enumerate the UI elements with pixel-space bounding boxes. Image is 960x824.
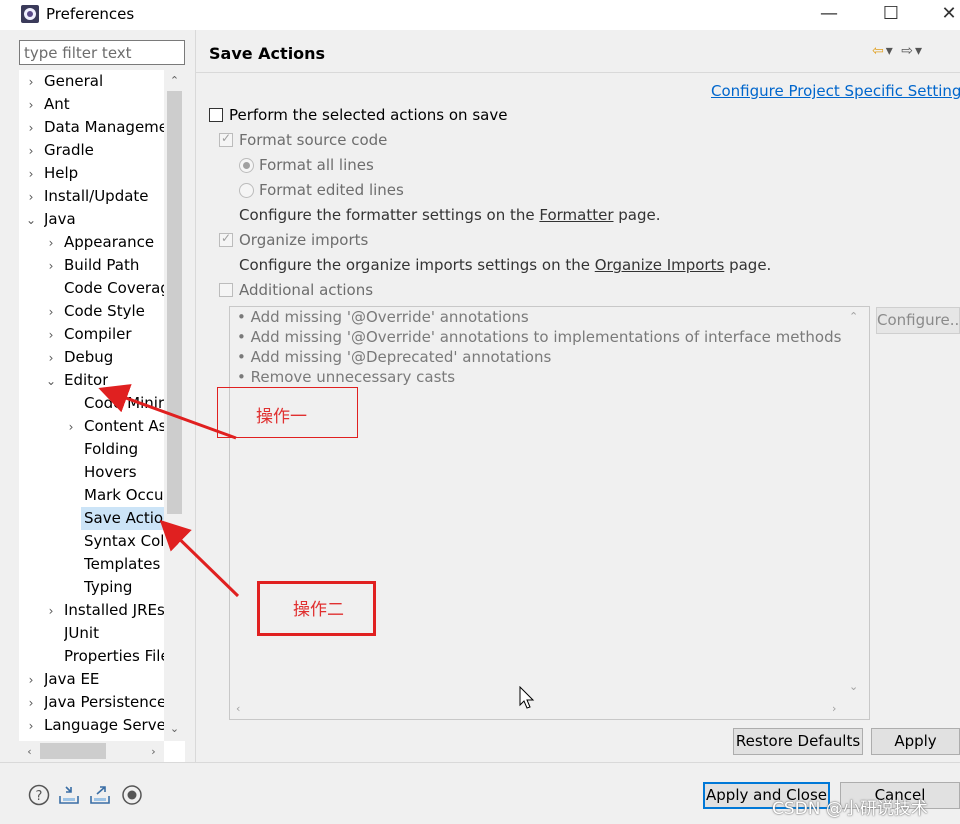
arrow-to-save-actions: [159, 519, 240, 598]
annotation-arrows: [98, 384, 240, 598]
annotation-step-one: 操作一: [256, 407, 307, 427]
annotation-step-two: 操作二: [293, 600, 344, 620]
watermark: CSDN @小研说技术: [772, 799, 928, 819]
mouse-cursor-icon: [519, 686, 535, 709]
